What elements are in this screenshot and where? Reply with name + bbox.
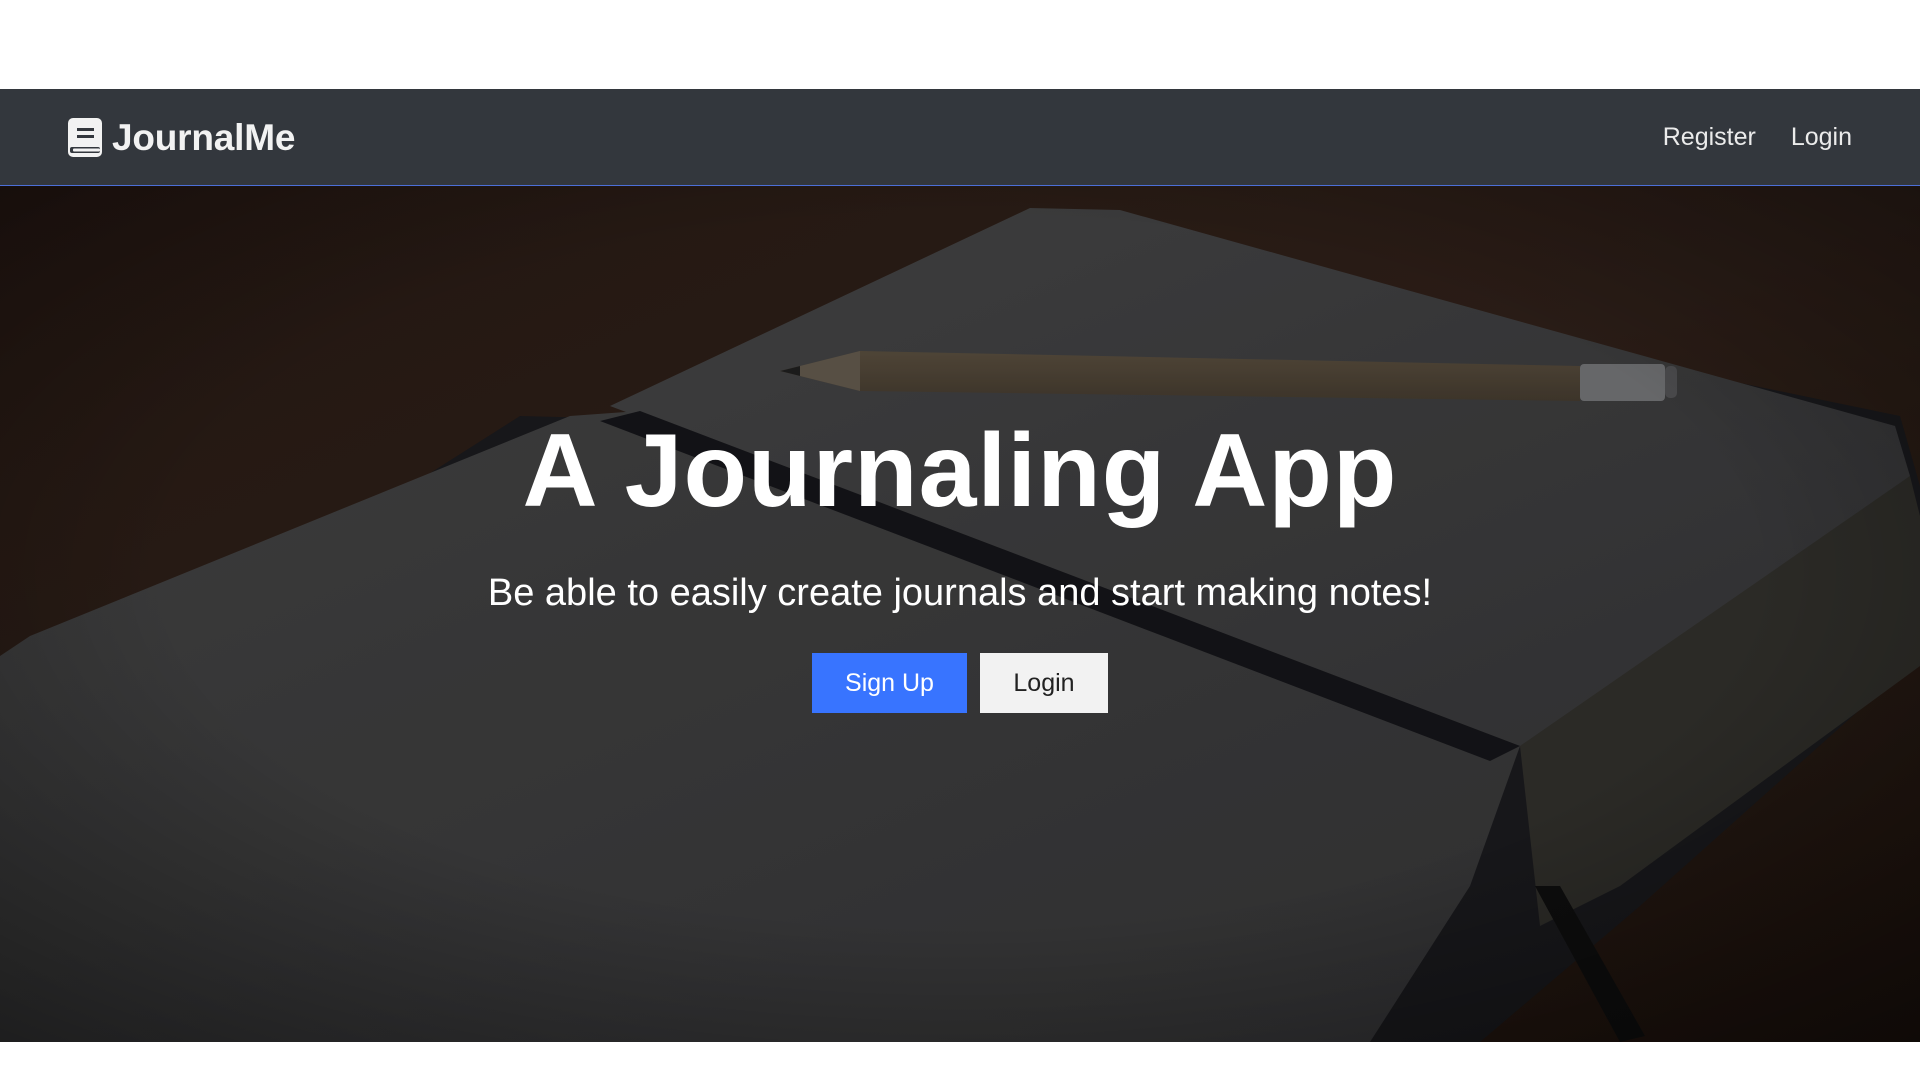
brand-link[interactable]: JournalMe xyxy=(68,89,295,186)
nav-register-link[interactable]: Register xyxy=(1663,123,1756,152)
login-button[interactable]: Login xyxy=(980,653,1108,713)
signup-button[interactable]: Sign Up xyxy=(812,653,967,713)
hero-subtitle: Be able to easily create journals and st… xyxy=(487,572,1433,614)
hero-buttons: Sign Up Login xyxy=(0,653,1920,713)
hero-title: A Journaling App xyxy=(522,413,1398,529)
page: JournalMe Register Login A Journaling Ap… xyxy=(0,0,1920,1080)
nav-links: Register Login xyxy=(1628,89,1852,186)
hero-content: A Journaling App Be able to easily creat… xyxy=(0,186,1920,1042)
navbar: JournalMe Register Login xyxy=(0,89,1920,186)
brand-name: JournalMe xyxy=(112,116,296,158)
nav-login-link[interactable]: Login xyxy=(1791,123,1852,152)
app-content: JournalMe Register Login A Journaling Ap… xyxy=(0,89,1920,1042)
hero-section: A Journaling App Be able to easily creat… xyxy=(0,186,1920,1042)
book-icon xyxy=(68,118,102,157)
